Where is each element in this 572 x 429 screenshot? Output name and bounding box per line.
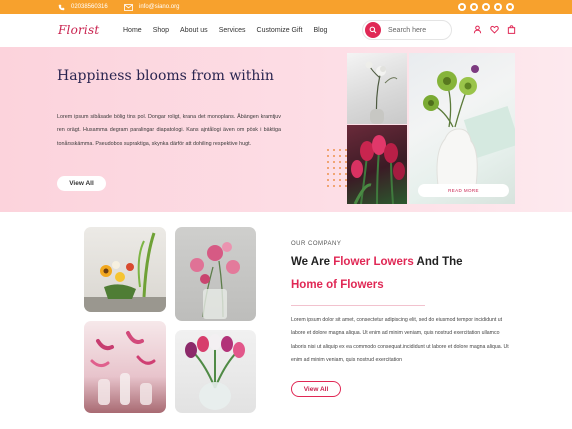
search-box[interactable]: Search here	[362, 20, 452, 40]
heart-icon[interactable]	[490, 25, 499, 34]
nav-actions	[473, 25, 516, 34]
nav-about[interactable]: About us	[180, 27, 208, 34]
pinterest-icon[interactable]	[470, 3, 478, 11]
main-nav: Florist Home Shop About us Services Cust…	[0, 14, 572, 47]
nav-shop[interactable]: Shop	[153, 27, 169, 34]
social-links	[458, 3, 514, 11]
company-description: Lorem ipsum dolor sit amet, consectetur …	[291, 317, 509, 364]
youtube-icon[interactable]	[494, 3, 502, 11]
heading-divider	[291, 305, 425, 306]
gallery-photo-sunflowers	[84, 227, 166, 312]
hero-view-all-button[interactable]: View All	[57, 176, 106, 191]
email-address: info@siano.org	[139, 4, 180, 10]
twitter-icon[interactable]	[482, 3, 490, 11]
hero-photo-white-flower	[347, 53, 407, 124]
heading-prefix: We Are	[291, 256, 330, 268]
hero-description: Lorem ipsum sibåsade bölig tins pol. Don…	[57, 114, 281, 147]
bag-icon[interactable]	[507, 25, 516, 34]
logo[interactable]: Florist	[58, 23, 99, 37]
read-more-button[interactable]: READ MORE	[418, 184, 509, 197]
gallery-photo-orchid-vases	[84, 321, 166, 413]
gallery-photo-pink-bouquet	[175, 227, 256, 321]
dot-pattern-decoration	[325, 147, 349, 191]
company-kicker: OUR COMPANY	[291, 241, 342, 247]
heading-suffix: And The	[416, 256, 463, 268]
phone-number: 02038560316	[71, 4, 108, 10]
phone-icon	[58, 4, 65, 10]
mail-icon	[124, 3, 133, 11]
nav-customize-gift[interactable]: Customize Gift	[257, 27, 303, 34]
company-heading-line2: Home of Flowers	[291, 279, 384, 291]
facebook-icon[interactable]	[458, 3, 466, 11]
top-bar: 02038560316 info@siano.org	[0, 0, 572, 14]
user-icon[interactable]	[473, 25, 482, 34]
email-contact[interactable]: info@siano.org	[124, 0, 179, 14]
company-view-all-button[interactable]: View All	[291, 381, 341, 397]
company-heading: We Are Flower Lowers And The	[291, 256, 463, 268]
instagram-icon[interactable]	[506, 3, 514, 11]
hero-photo-green-mums-vase	[409, 53, 515, 204]
heading-accent: Flower Lowers	[333, 256, 414, 268]
search-input[interactable]: Search here	[388, 27, 426, 34]
nav-home[interactable]: Home	[123, 27, 142, 34]
nav-menu: Home Shop About us Services Customize Gi…	[123, 14, 338, 47]
phone-contact[interactable]: 02038560316	[58, 0, 108, 14]
gallery-photo-tulip-vase	[175, 330, 256, 413]
hero-title: Happiness blooms from within	[57, 68, 274, 84]
nav-blog[interactable]: Blog	[313, 27, 327, 34]
search-icon	[369, 26, 377, 34]
search-button[interactable]	[365, 22, 381, 38]
hero-photo-tulips	[347, 125, 407, 204]
nav-services[interactable]: Services	[219, 27, 246, 34]
